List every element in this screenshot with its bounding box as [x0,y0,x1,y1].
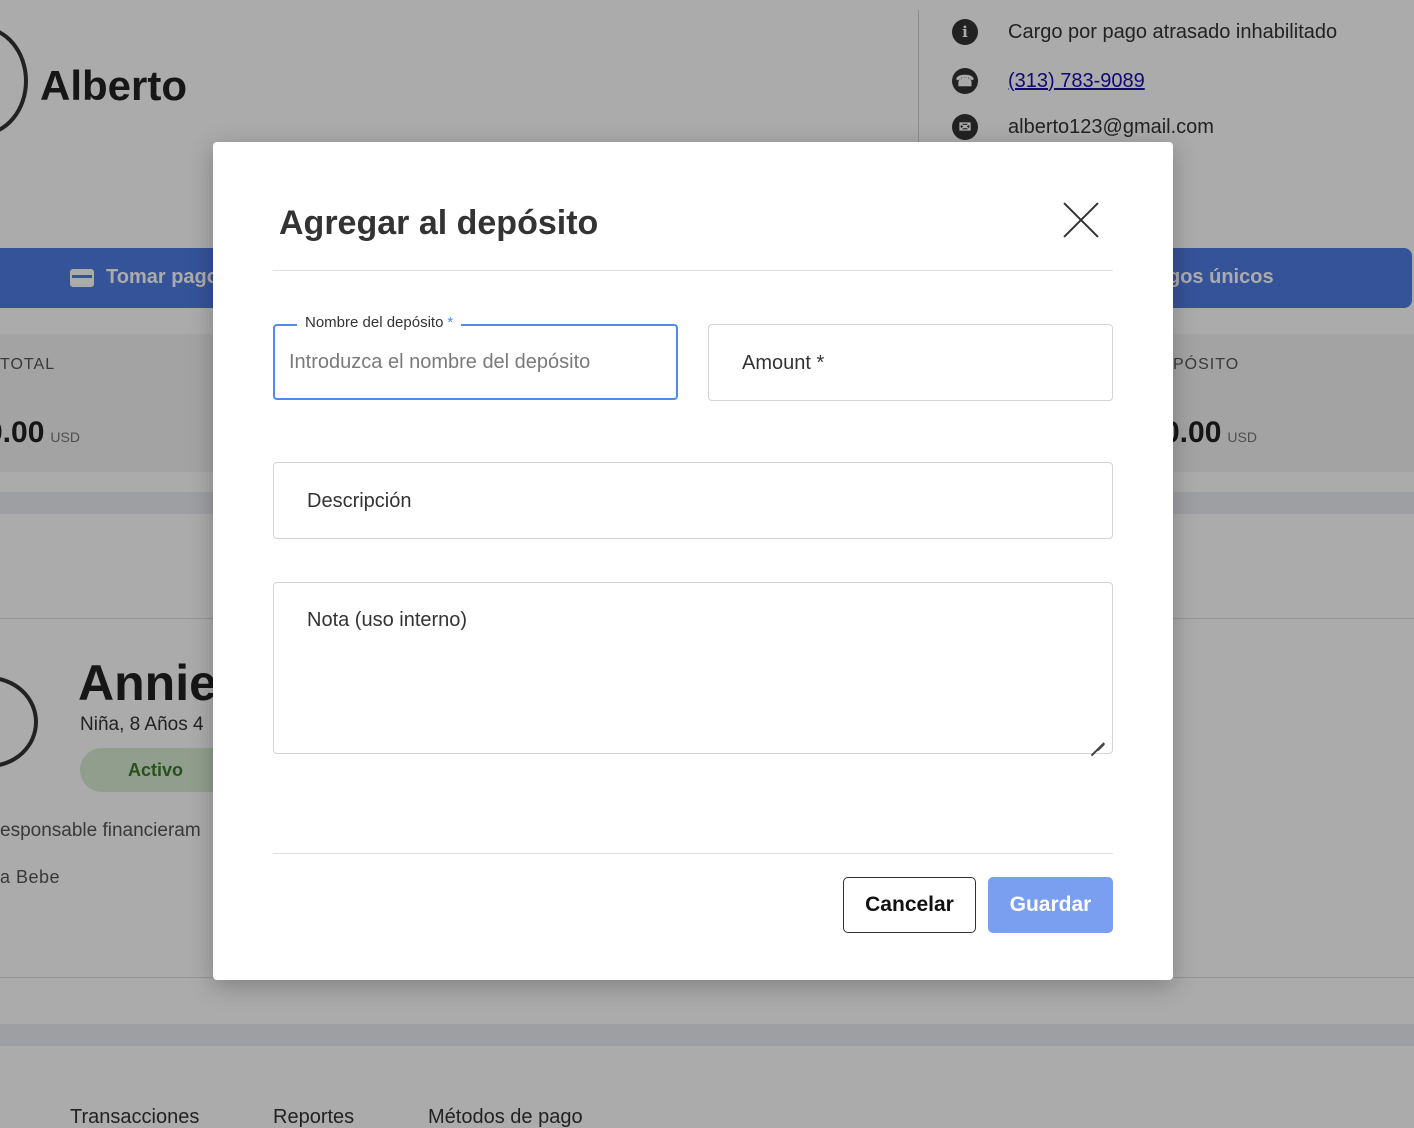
resize-handle-icon[interactable] [1090,731,1104,745]
required-mark: * [447,314,454,331]
modal-title: Agregar al depósito [279,204,599,242]
deposit-name-label: Nombre del depósito * [297,314,462,331]
add-deposit-modal: Agregar al depósito Nombre del depósito *… [213,142,1173,980]
note-textarea[interactable] [274,583,1112,753]
modal-footer-divider [273,853,1113,854]
modal-header-divider [273,270,1113,271]
note-field [273,582,1113,754]
description-label: Descripción [307,490,412,512]
amount-label: Amount * [742,352,825,374]
save-button[interactable]: Guardar [988,877,1113,933]
deposit-name-field: Nombre del depósito * [273,314,678,400]
close-icon[interactable] [1059,198,1103,242]
cancel-button[interactable]: Cancelar [843,877,976,933]
deposit-name-label-text: Nombre del depósito [305,314,444,331]
deposit-name-input[interactable] [275,326,676,398]
amount-field[interactable]: Amount * [708,324,1113,401]
description-field[interactable]: Descripción [273,462,1113,539]
